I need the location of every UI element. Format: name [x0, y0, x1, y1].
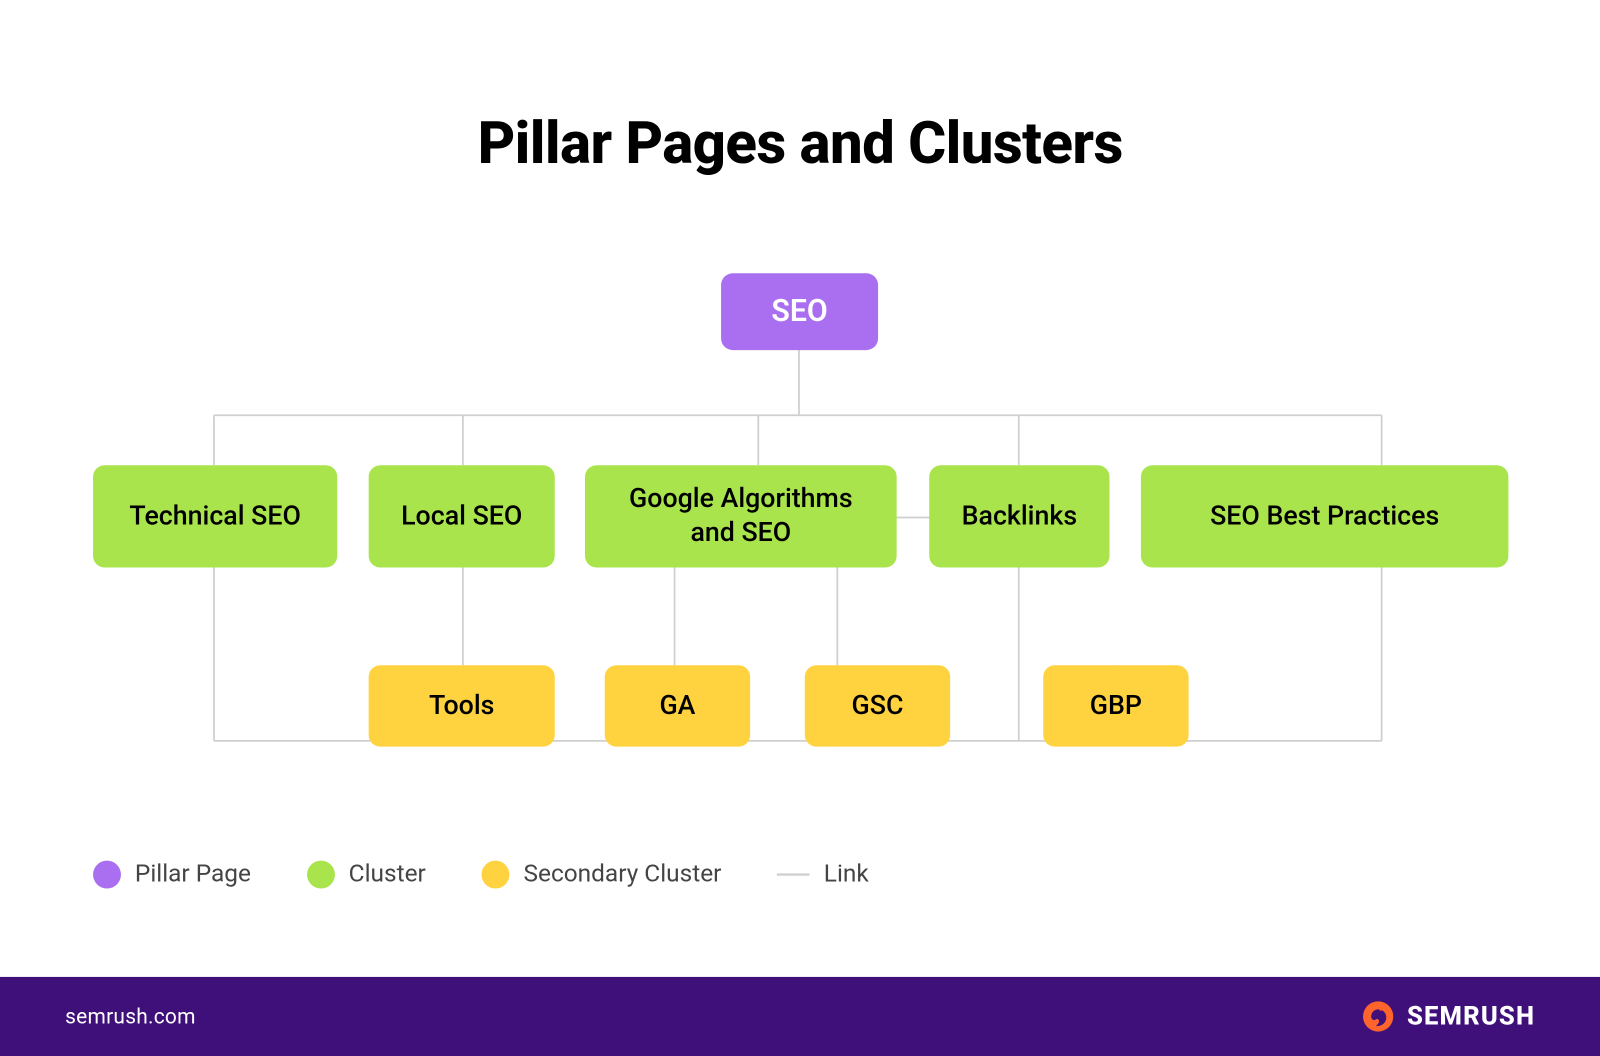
legend-pillar: Pillar Page: [93, 861, 251, 889]
legend-secondary-label: Secondary Cluster: [523, 861, 721, 889]
node-cluster-backlinks: Backlinks: [929, 465, 1109, 567]
legend-pillar-label: Pillar Page: [135, 861, 251, 889]
page-title: Pillar Pages and Clusters: [0, 110, 1600, 177]
node-pillar-seo: SEO: [721, 273, 878, 350]
link-dash-icon: [777, 873, 810, 875]
node-cluster-local-seo: Local SEO: [369, 465, 555, 567]
diagram-container: SEO Technical SEO Local SEO Google Algor…: [0, 256, 1600, 791]
node-cluster-google-algorithms: Google Algorithms and SEO: [585, 465, 897, 567]
legend-link: Link: [777, 861, 868, 889]
footer-url: semrush.com: [65, 1004, 196, 1028]
footer-bar: semrush.com SEMRUSH: [0, 977, 1600, 1056]
brand: SEMRUSH: [1360, 999, 1535, 1034]
legend-link-label: Link: [824, 861, 869, 889]
secondary-dot-icon: [482, 861, 510, 889]
node-secondary-tools: Tools: [369, 665, 555, 746]
brand-name: SEMRUSH: [1407, 1002, 1535, 1031]
node-cluster-technical-seo: Technical SEO: [93, 465, 337, 567]
semrush-flame-icon: [1360, 999, 1395, 1034]
node-secondary-ga: GA: [605, 665, 750, 746]
legend-cluster-label: Cluster: [349, 861, 426, 889]
pillar-dot-icon: [93, 861, 121, 889]
legend-cluster: Cluster: [307, 861, 426, 889]
legend: Pillar Page Cluster Secondary Cluster Li…: [93, 861, 869, 889]
node-secondary-gsc: GSC: [805, 665, 950, 746]
legend-secondary: Secondary Cluster: [482, 861, 722, 889]
node-secondary-gbp: GBP: [1043, 665, 1188, 746]
node-cluster-seo-best-practices: SEO Best Practices: [1141, 465, 1509, 567]
cluster-dot-icon: [307, 861, 335, 889]
